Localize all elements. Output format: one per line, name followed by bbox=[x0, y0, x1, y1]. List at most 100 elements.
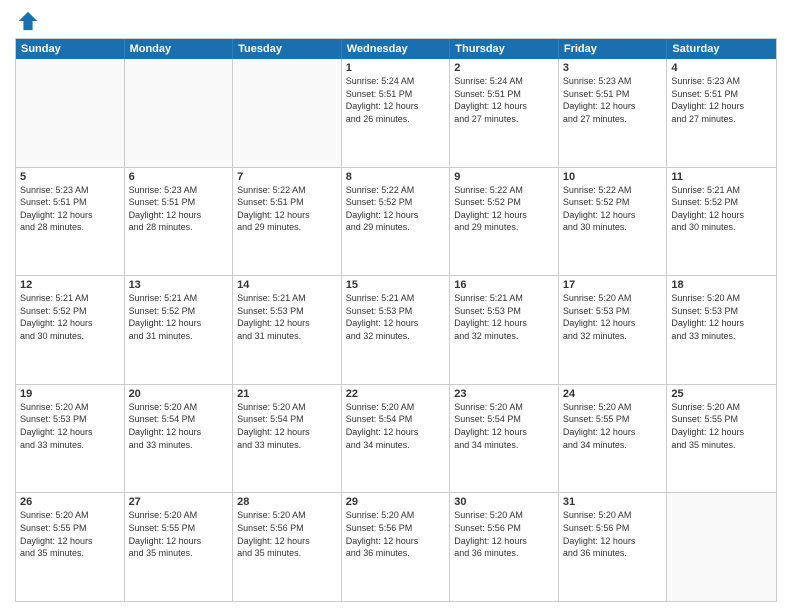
calendar-cell-4-5: 31Sunrise: 5:20 AM Sunset: 5:56 PM Dayli… bbox=[559, 493, 668, 601]
cell-text: Sunrise: 5:21 AM Sunset: 5:53 PM Dayligh… bbox=[454, 292, 554, 342]
calendar-row-3: 19Sunrise: 5:20 AM Sunset: 5:53 PM Dayli… bbox=[16, 384, 776, 493]
header-day-thursday: Thursday bbox=[450, 39, 559, 59]
day-number: 17 bbox=[563, 279, 663, 291]
day-number: 22 bbox=[346, 388, 446, 400]
cell-text: Sunrise: 5:22 AM Sunset: 5:51 PM Dayligh… bbox=[237, 184, 337, 234]
header bbox=[15, 10, 777, 32]
cell-text: Sunrise: 5:21 AM Sunset: 5:52 PM Dayligh… bbox=[129, 292, 229, 342]
calendar-cell-4-0: 26Sunrise: 5:20 AM Sunset: 5:55 PM Dayli… bbox=[16, 493, 125, 601]
calendar-cell-1-4: 9Sunrise: 5:22 AM Sunset: 5:52 PM Daylig… bbox=[450, 168, 559, 276]
day-number: 10 bbox=[563, 171, 663, 183]
day-number: 9 bbox=[454, 171, 554, 183]
calendar-cell-1-3: 8Sunrise: 5:22 AM Sunset: 5:52 PM Daylig… bbox=[342, 168, 451, 276]
day-number: 23 bbox=[454, 388, 554, 400]
day-number: 19 bbox=[20, 388, 120, 400]
calendar-cell-2-6: 18Sunrise: 5:20 AM Sunset: 5:53 PM Dayli… bbox=[667, 276, 776, 384]
logo bbox=[15, 10, 39, 32]
day-number: 25 bbox=[671, 388, 772, 400]
calendar: SundayMondayTuesdayWednesdayThursdayFrid… bbox=[15, 38, 777, 602]
cell-text: Sunrise: 5:20 AM Sunset: 5:55 PM Dayligh… bbox=[20, 509, 120, 559]
day-number: 8 bbox=[346, 171, 446, 183]
calendar-row-2: 12Sunrise: 5:21 AM Sunset: 5:52 PM Dayli… bbox=[16, 275, 776, 384]
calendar-cell-0-0 bbox=[16, 59, 125, 167]
cell-text: Sunrise: 5:23 AM Sunset: 5:51 PM Dayligh… bbox=[20, 184, 120, 234]
calendar-header: SundayMondayTuesdayWednesdayThursdayFrid… bbox=[16, 39, 776, 59]
day-number: 21 bbox=[237, 388, 337, 400]
day-number: 20 bbox=[129, 388, 229, 400]
cell-text: Sunrise: 5:20 AM Sunset: 5:55 PM Dayligh… bbox=[563, 401, 663, 451]
cell-text: Sunrise: 5:21 AM Sunset: 5:53 PM Dayligh… bbox=[237, 292, 337, 342]
calendar-cell-2-4: 16Sunrise: 5:21 AM Sunset: 5:53 PM Dayli… bbox=[450, 276, 559, 384]
calendar-cell-1-2: 7Sunrise: 5:22 AM Sunset: 5:51 PM Daylig… bbox=[233, 168, 342, 276]
cell-text: Sunrise: 5:21 AM Sunset: 5:52 PM Dayligh… bbox=[20, 292, 120, 342]
cell-text: Sunrise: 5:22 AM Sunset: 5:52 PM Dayligh… bbox=[346, 184, 446, 234]
day-number: 5 bbox=[20, 171, 120, 183]
calendar-cell-2-3: 15Sunrise: 5:21 AM Sunset: 5:53 PM Dayli… bbox=[342, 276, 451, 384]
day-number: 24 bbox=[563, 388, 663, 400]
calendar-cell-0-6: 4Sunrise: 5:23 AM Sunset: 5:51 PM Daylig… bbox=[667, 59, 776, 167]
page: SundayMondayTuesdayWednesdayThursdayFrid… bbox=[0, 0, 792, 612]
cell-text: Sunrise: 5:20 AM Sunset: 5:56 PM Dayligh… bbox=[454, 509, 554, 559]
cell-text: Sunrise: 5:20 AM Sunset: 5:55 PM Dayligh… bbox=[129, 509, 229, 559]
day-number: 16 bbox=[454, 279, 554, 291]
day-number: 26 bbox=[20, 496, 120, 508]
calendar-cell-3-2: 21Sunrise: 5:20 AM Sunset: 5:54 PM Dayli… bbox=[233, 385, 342, 493]
cell-text: Sunrise: 5:23 AM Sunset: 5:51 PM Dayligh… bbox=[671, 75, 772, 125]
calendar-cell-1-1: 6Sunrise: 5:23 AM Sunset: 5:51 PM Daylig… bbox=[125, 168, 234, 276]
cell-text: Sunrise: 5:20 AM Sunset: 5:53 PM Dayligh… bbox=[671, 292, 772, 342]
day-number: 6 bbox=[129, 171, 229, 183]
calendar-cell-4-4: 30Sunrise: 5:20 AM Sunset: 5:56 PM Dayli… bbox=[450, 493, 559, 601]
calendar-row-4: 26Sunrise: 5:20 AM Sunset: 5:55 PM Dayli… bbox=[16, 492, 776, 601]
cell-text: Sunrise: 5:23 AM Sunset: 5:51 PM Dayligh… bbox=[563, 75, 663, 125]
cell-text: Sunrise: 5:21 AM Sunset: 5:53 PM Dayligh… bbox=[346, 292, 446, 342]
cell-text: Sunrise: 5:24 AM Sunset: 5:51 PM Dayligh… bbox=[454, 75, 554, 125]
calendar-cell-2-5: 17Sunrise: 5:20 AM Sunset: 5:53 PM Dayli… bbox=[559, 276, 668, 384]
calendar-cell-2-2: 14Sunrise: 5:21 AM Sunset: 5:53 PM Dayli… bbox=[233, 276, 342, 384]
cell-text: Sunrise: 5:20 AM Sunset: 5:53 PM Dayligh… bbox=[563, 292, 663, 342]
day-number: 11 bbox=[671, 171, 772, 183]
calendar-cell-4-1: 27Sunrise: 5:20 AM Sunset: 5:55 PM Dayli… bbox=[125, 493, 234, 601]
cell-text: Sunrise: 5:20 AM Sunset: 5:55 PM Dayligh… bbox=[671, 401, 772, 451]
cell-text: Sunrise: 5:20 AM Sunset: 5:54 PM Dayligh… bbox=[346, 401, 446, 451]
calendar-cell-3-1: 20Sunrise: 5:20 AM Sunset: 5:54 PM Dayli… bbox=[125, 385, 234, 493]
day-number: 27 bbox=[129, 496, 229, 508]
cell-text: Sunrise: 5:20 AM Sunset: 5:56 PM Dayligh… bbox=[346, 509, 446, 559]
cell-text: Sunrise: 5:22 AM Sunset: 5:52 PM Dayligh… bbox=[563, 184, 663, 234]
calendar-cell-1-5: 10Sunrise: 5:22 AM Sunset: 5:52 PM Dayli… bbox=[559, 168, 668, 276]
header-day-saturday: Saturday bbox=[667, 39, 776, 59]
calendar-cell-2-0: 12Sunrise: 5:21 AM Sunset: 5:52 PM Dayli… bbox=[16, 276, 125, 384]
calendar-cell-3-0: 19Sunrise: 5:20 AM Sunset: 5:53 PM Dayli… bbox=[16, 385, 125, 493]
header-day-monday: Monday bbox=[125, 39, 234, 59]
calendar-cell-2-1: 13Sunrise: 5:21 AM Sunset: 5:52 PM Dayli… bbox=[125, 276, 234, 384]
day-number: 1 bbox=[346, 62, 446, 74]
calendar-cell-4-3: 29Sunrise: 5:20 AM Sunset: 5:56 PM Dayli… bbox=[342, 493, 451, 601]
calendar-cell-3-6: 25Sunrise: 5:20 AM Sunset: 5:55 PM Dayli… bbox=[667, 385, 776, 493]
calendar-cell-3-5: 24Sunrise: 5:20 AM Sunset: 5:55 PM Dayli… bbox=[559, 385, 668, 493]
cell-text: Sunrise: 5:20 AM Sunset: 5:54 PM Dayligh… bbox=[237, 401, 337, 451]
calendar-body: 1Sunrise: 5:24 AM Sunset: 5:51 PM Daylig… bbox=[16, 59, 776, 601]
day-number: 30 bbox=[454, 496, 554, 508]
day-number: 29 bbox=[346, 496, 446, 508]
day-number: 18 bbox=[671, 279, 772, 291]
day-number: 28 bbox=[237, 496, 337, 508]
day-number: 4 bbox=[671, 62, 772, 74]
header-day-tuesday: Tuesday bbox=[233, 39, 342, 59]
calendar-row-0: 1Sunrise: 5:24 AM Sunset: 5:51 PM Daylig… bbox=[16, 59, 776, 167]
header-day-sunday: Sunday bbox=[16, 39, 125, 59]
cell-text: Sunrise: 5:20 AM Sunset: 5:54 PM Dayligh… bbox=[454, 401, 554, 451]
calendar-cell-0-2 bbox=[233, 59, 342, 167]
calendar-row-1: 5Sunrise: 5:23 AM Sunset: 5:51 PM Daylig… bbox=[16, 167, 776, 276]
cell-text: Sunrise: 5:21 AM Sunset: 5:52 PM Dayligh… bbox=[671, 184, 772, 234]
day-number: 2 bbox=[454, 62, 554, 74]
cell-text: Sunrise: 5:20 AM Sunset: 5:54 PM Dayligh… bbox=[129, 401, 229, 451]
cell-text: Sunrise: 5:24 AM Sunset: 5:51 PM Dayligh… bbox=[346, 75, 446, 125]
day-number: 7 bbox=[237, 171, 337, 183]
calendar-cell-0-5: 3Sunrise: 5:23 AM Sunset: 5:51 PM Daylig… bbox=[559, 59, 668, 167]
day-number: 31 bbox=[563, 496, 663, 508]
day-number: 15 bbox=[346, 279, 446, 291]
cell-text: Sunrise: 5:20 AM Sunset: 5:53 PM Dayligh… bbox=[20, 401, 120, 451]
day-number: 12 bbox=[20, 279, 120, 291]
cell-text: Sunrise: 5:20 AM Sunset: 5:56 PM Dayligh… bbox=[237, 509, 337, 559]
calendar-cell-3-3: 22Sunrise: 5:20 AM Sunset: 5:54 PM Dayli… bbox=[342, 385, 451, 493]
header-day-friday: Friday bbox=[559, 39, 668, 59]
